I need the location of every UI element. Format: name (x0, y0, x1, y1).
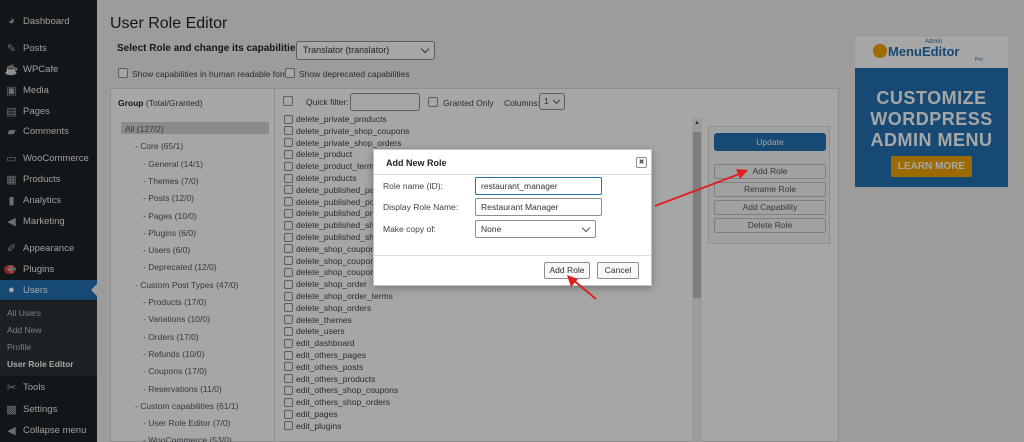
add-role-confirm-button[interactable]: Add Role (544, 262, 590, 279)
add-new-role-dialog: Add New Role ✖ Role name (ID): restauran… (373, 149, 652, 286)
chevron-down-icon (581, 223, 591, 233)
display-name-label: Display Role Name: (383, 202, 459, 212)
close-icon[interactable]: ✖ (636, 157, 647, 168)
dialog-divider (374, 174, 651, 175)
make-copy-label: Make copy of: (383, 224, 436, 234)
dialog-title: Add New Role (386, 158, 447, 168)
make-copy-select[interactable]: None (475, 220, 596, 238)
role-name-input[interactable]: restaurant_manager (475, 177, 602, 195)
make-copy-value: None (481, 224, 502, 234)
role-name-label: Role name (ID): (383, 181, 443, 191)
display-name-input[interactable]: Restaurant Manager (475, 198, 602, 216)
dialog-footer-divider (374, 255, 651, 256)
cancel-button[interactable]: Cancel (597, 262, 639, 279)
